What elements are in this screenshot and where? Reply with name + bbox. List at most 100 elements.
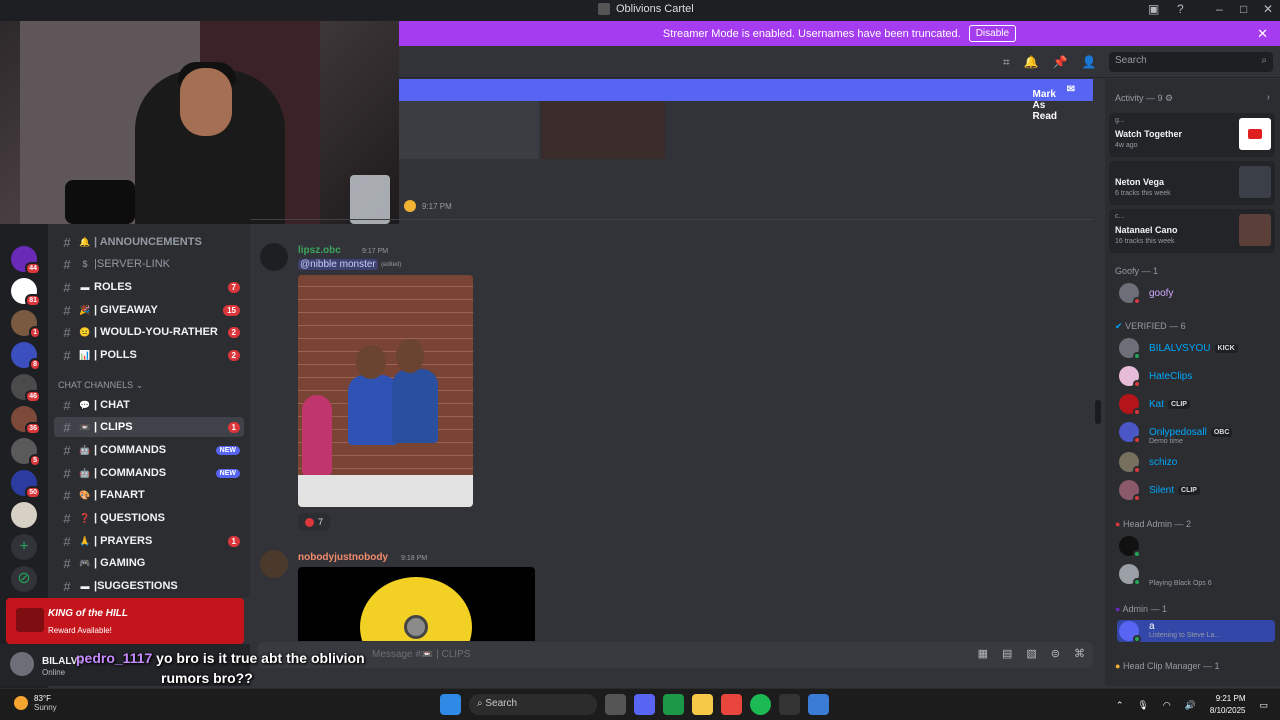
channel-announcements[interactable]: # 🔔 | ANNOUNCEMENTS <box>54 232 244 252</box>
gamepad-icon[interactable]: ⌘ <box>1074 647 1085 660</box>
message-author[interactable]: lipsz.obc <box>298 245 341 256</box>
member-item[interactable]: goofy <box>1119 282 1173 305</box>
channel-commands-1[interactable]: # 🤖 | COMMANDS NEW <box>54 440 244 460</box>
image-attachment[interactable] <box>399 101 539 159</box>
photo-person <box>392 369 438 443</box>
member-item[interactable]: Onlypedosall OBC Demo time <box>1119 421 1233 445</box>
activity-card[interactable]: c... Natanael Cano 16 tracks this week <box>1109 209 1275 253</box>
server-icon-6[interactable]: 36 <box>11 406 41 435</box>
channel-polls[interactable]: # 📊 | POLLS 2 <box>54 345 244 365</box>
channel-server-link[interactable]: # $ |SERVER-LINK <box>54 254 244 274</box>
category-chat-channels[interactable]: CHAT CHANNELS ⌄ <box>58 380 143 391</box>
channel-suggestions[interactable]: # ▬ |SUGGESTIONS <box>54 576 244 596</box>
member-item[interactable]: schizo <box>1119 451 1177 474</box>
status-dot <box>1133 635 1141 643</box>
channel-prayers[interactable]: # 🙏 | PRAYERS 1 <box>54 531 244 551</box>
channel-would-you-rather[interactable]: # 😐 | WOULD-YOU-RATHER 2 <box>54 322 244 342</box>
channel-commands-2[interactable]: # 🤖 | COMMANDS NEW <box>54 463 244 483</box>
task-view-icon[interactable] <box>605 694 626 715</box>
server-icon-8[interactable]: 50 <box>11 470 41 499</box>
member-item[interactable]: Silent CLIP <box>1119 479 1200 502</box>
streamer-mode-text: Streamer Mode is enabled. Usernames have… <box>662 27 961 40</box>
discord-icon[interactable] <box>634 694 655 715</box>
server-icon-4[interactable]: 8 <box>11 342 41 371</box>
member-item[interactable] <box>1119 535 1149 558</box>
reward-promo-banner[interactable]: KING of the HILL Reward Available! <box>6 598 244 644</box>
app-icon[interactable] <box>779 694 800 715</box>
weather-widget[interactable]: 83°F Sunny <box>14 694 57 712</box>
app-icon[interactable] <box>808 694 829 715</box>
chrome-icon[interactable] <box>721 694 742 715</box>
scrollbar[interactable] <box>1095 101 1101 641</box>
avatar[interactable] <box>260 550 288 578</box>
channel-giveaway[interactable]: # 🎉 | GIVEAWAY 15 <box>54 300 244 320</box>
close-window-icon[interactable]: ✕ <box>1263 2 1273 16</box>
chevron-right-icon[interactable]: › <box>1267 92 1270 103</box>
member-list-icon[interactable]: 👤 <box>1082 55 1097 70</box>
member-item[interactable]: Playing Black Ops 6 <box>1119 563 1212 587</box>
channel-emoji: 🎉 <box>79 304 91 315</box>
channel-fanart[interactable]: # 🎨 | FANART <box>54 485 244 505</box>
spotify-icon[interactable] <box>750 694 771 715</box>
activity-card[interactable]: Neton Vega 6 tracks this week <box>1109 161 1275 205</box>
message-author[interactable]: nobodyjustnobody <box>298 552 388 563</box>
microphone-icon[interactable]: 🎙 <box>1137 700 1148 711</box>
notification-icon[interactable]: ▭ <box>1259 700 1268 711</box>
pin-icon[interactable]: 📌 <box>1053 55 1068 70</box>
server-icon-7[interactable]: 5 <box>11 438 41 467</box>
search-input[interactable]: Search ⌕ <box>1109 52 1273 72</box>
sticker-icon[interactable]: ▧ <box>1026 647 1036 660</box>
server-icon-9[interactable] <box>11 502 37 528</box>
member-item[interactable]: BILALVSYOU KICK <box>1119 337 1238 360</box>
add-server-icon[interactable]: + <box>11 534 37 560</box>
member-item[interactable]: a Listening to Steve La... <box>1117 620 1275 643</box>
mark-as-read-button[interactable]: Mark As Read ✉ <box>1033 84 1075 122</box>
server-icon <box>598 3 610 15</box>
volume-icon[interactable]: 🔊 <box>1185 700 1196 711</box>
server-badge: 5 <box>29 454 41 467</box>
member-status-text: Playing Black Ops 6 <box>1149 580 1212 587</box>
channel-roles[interactable]: # ▬ ROLES 7 <box>54 277 244 297</box>
taskbar-search[interactable]: ⌕ Search <box>469 694 597 715</box>
avatar[interactable] <box>10 652 34 676</box>
channel-gaming[interactable]: # 🎮 | GAMING <box>54 553 244 573</box>
channel-chat[interactable]: # 💬 | CHAT <box>54 395 244 415</box>
new-messages-bar[interactable]: Mark As Read ✉ <box>399 79 1093 122</box>
bell-icon[interactable]: 🔔 <box>1024 55 1039 70</box>
inbox-icon[interactable]: ▣ <box>1148 2 1159 16</box>
threads-icon[interactable]: ⌗ <box>1003 55 1010 70</box>
discover-icon[interactable]: ⊘ <box>11 566 37 592</box>
avatar[interactable] <box>260 243 288 271</box>
member-name: Kat <box>1149 398 1165 410</box>
disable-button[interactable]: Disable <box>968 25 1017 42</box>
minimize-icon[interactable]: – <box>1216 2 1223 16</box>
apps-icon[interactable]: ⊜ <box>1051 647 1060 660</box>
close-icon[interactable]: ✕ <box>1257 26 1268 42</box>
wifi-icon[interactable]: ◠ <box>1163 700 1171 711</box>
start-icon[interactable] <box>440 694 461 715</box>
file-explorer-icon[interactable] <box>692 694 713 715</box>
gif-icon[interactable]: ▤ <box>1002 647 1012 660</box>
server-icon-3[interactable]: 1 <box>11 310 41 339</box>
gift-icon[interactable]: ▦ <box>978 647 988 660</box>
maximize-icon[interactable]: □ <box>1240 2 1247 16</box>
activity-card[interactable]: g... Watch Together 4w ago <box>1109 113 1275 157</box>
app-icon[interactable] <box>663 694 684 715</box>
photo-attachment[interactable] <box>298 275 473 507</box>
image-attachment[interactable] <box>541 101 665 159</box>
channel-questions[interactable]: # ❓ | QUESTIONS <box>54 508 244 528</box>
member-item[interactable]: Kat CLIP <box>1119 393 1190 416</box>
clock[interactable]: 9:21 PM 8/10/2025 <box>1210 693 1246 717</box>
member-item[interactable]: HateClips <box>1119 365 1192 388</box>
user-mention[interactable]: @nibble monster <box>298 259 378 270</box>
help-icon[interactable]: ? <box>1177 2 1184 16</box>
channel-clips[interactable]: # 📼 | CLIPS 1 <box>54 417 244 437</box>
tray-chevron-icon[interactable]: ⌃ <box>1116 700 1124 711</box>
video-attachment[interactable] <box>298 567 535 641</box>
server-icon-2[interactable]: 81 <box>11 278 41 307</box>
reaction-pill[interactable]: 7 <box>298 513 330 531</box>
message-input[interactable]: Message #📼 | CLIPS ▦ ▤ ▧ ⊜ ⌘ <box>258 642 1093 668</box>
server-icon-1[interactable]: 44 <box>11 246 41 275</box>
server-icon-5[interactable]: 46 <box>11 374 41 403</box>
scrollbar-thumb[interactable] <box>1095 400 1101 424</box>
